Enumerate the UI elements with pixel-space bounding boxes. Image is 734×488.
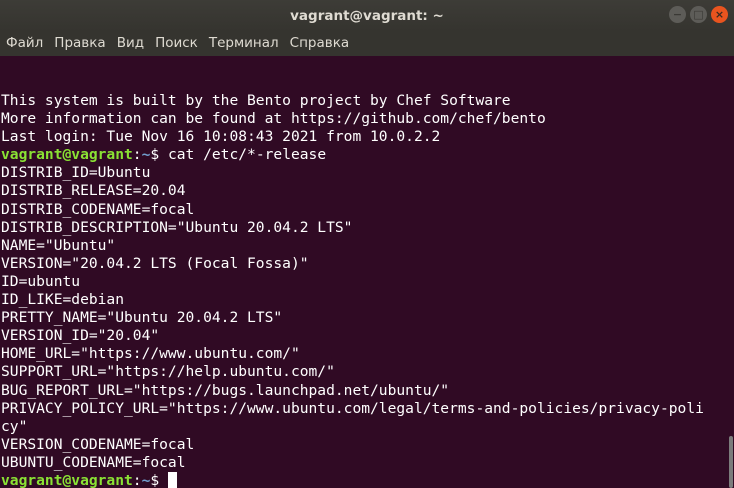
output-text: UBUNTU_CODENAME=focal [1,453,186,471]
menu-view[interactable]: Вид [111,31,149,56]
output-text: VERSION="20.04.2 LTS (Focal Fossa)" [1,254,309,272]
output-line: NAME="Ubuntu" [1,237,728,255]
output-text: BUG_REPORT_URL="https://bugs.launchpad.n… [1,381,450,399]
output-text: More information can be found at https:/… [1,110,546,128]
close-icon[interactable]: × [711,6,728,23]
output-line: More information can be found at https:/… [1,110,728,128]
output-line: DISTRIB_ID=Ubuntu [1,164,728,182]
output-line: BUG_REPORT_URL="https://bugs.launchpad.n… [1,382,728,400]
prompt-colon: : [132,471,142,488]
output-line: ID_LIKE=debian [1,291,728,309]
output-line: ID=ubuntu [1,273,728,291]
scrollbar[interactable] [728,56,734,488]
menu-bar: Файл Правка Вид Поиск Терминал Справка [0,31,734,56]
prompt-colon: : [132,146,142,164]
output-line: SUPPORT_URL="https://help.ubuntu.com/" [1,363,728,381]
scrollbar-thumb[interactable] [729,436,733,488]
minimize-icon[interactable]: − [669,6,686,23]
menu-file[interactable]: Файл [0,31,48,56]
window-title: vagrant@vagrant: ~ [290,7,444,24]
terminal-output[interactable]: This system is built by the Bento projec… [0,56,728,488]
output-text: DISTRIB_RELEASE=20.04 [1,182,186,200]
output-text: PRIVACY_POLICY_URL="https://www.ubuntu.c… [1,399,704,417]
maximize-icon[interactable]: □ [690,6,707,23]
output-line: VERSION="20.04.2 LTS (Focal Fossa)" [1,255,728,273]
output-line: HOME_URL="https://www.ubuntu.com/" [1,345,728,363]
output-text: HOME_URL="https://www.ubuntu.com/" [1,345,300,363]
output-text: Last login: Tue Nov 16 10:08:43 2021 fro… [1,128,441,146]
output-text: SUPPORT_URL="https://help.ubuntu.com/" [1,363,335,381]
output-text: DISTRIB_DESCRIPTION="Ubuntu 20.04.2 LTS" [1,218,353,236]
output-text: cy" [1,417,28,435]
menu-edit[interactable]: Правка [48,31,110,56]
output-line: DISTRIB_RELEASE=20.04 [1,182,728,200]
output-text: VERSION_ID="20.04" [1,327,160,345]
menu-terminal[interactable]: Терминал [203,31,284,56]
title-bar[interactable]: vagrant@vagrant: ~ − □ × [0,0,734,31]
output-text: This system is built by the Bento projec… [1,92,511,109]
output-line: DISTRIB_CODENAME=focal [1,201,728,219]
output-line: DISTRIB_DESCRIPTION="Ubuntu 20.04.2 LTS" [1,219,728,237]
prompt-user: vagrant@vagrant [1,146,133,164]
prompt-line: vagrant@vagrant:~$ [1,471,728,488]
window-controls: − □ × [669,6,728,23]
prompt-line: vagrant@vagrant:~$ cat /etc/*-release [1,146,728,164]
output-line: Last login: Tue Nov 16 10:08:43 2021 fro… [1,128,728,146]
output-line: VERSION_ID="20.04" [1,327,728,345]
output-text: ID_LIKE=debian [1,291,125,309]
output-text: ID=ubuntu [1,272,81,290]
prompt-user: vagrant@vagrant [1,471,133,488]
text-cursor [167,471,177,488]
terminal-window: vagrant@vagrant: ~ − □ × Файл Правка Вид… [0,0,734,488]
output-line: PRETTY_NAME="Ubuntu 20.04.2 LTS" [1,309,728,327]
output-text: VERSION_CODENAME=focal [1,435,195,453]
prompt-symbol: $ [150,146,168,164]
prompt-symbol: $ [150,471,168,488]
menu-search[interactable]: Поиск [149,31,203,56]
output-text: PRETTY_NAME="Ubuntu 20.04.2 LTS" [1,309,283,327]
output-line: VERSION_CODENAME=focal [1,436,728,454]
output-line: This system is built by the Bento projec… [1,92,728,110]
output-text: DISTRIB_ID=Ubuntu [1,164,151,182]
output-line: cy" [1,418,728,436]
command-text: cat /etc/*-release [167,146,327,164]
output-line: PRIVACY_POLICY_URL="https://www.ubuntu.c… [1,400,728,418]
output-text: DISTRIB_CODENAME=focal [1,200,195,218]
output-text: NAME="Ubuntu" [1,236,116,254]
menu-help[interactable]: Справка [284,31,354,56]
output-line: UBUNTU_CODENAME=focal [1,454,728,472]
